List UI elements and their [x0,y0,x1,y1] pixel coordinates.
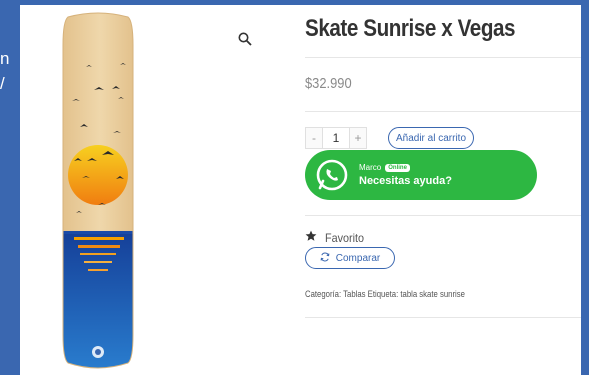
divider [305,317,581,318]
magnifier-icon[interactable] [238,32,252,46]
product-price: $32.990 [305,75,352,92]
left-edge-text: n / [0,46,20,96]
add-to-cart-button[interactable]: Añadir al carrito [388,127,474,149]
quantity-input[interactable]: 1 [322,128,350,148]
divider [305,215,581,216]
whatsapp-icon [315,158,349,192]
product-title: Skate Sunrise x Vegas [305,15,516,42]
whatsapp-agent-name: Marco [359,163,382,172]
whatsapp-agent-row: Marco Online [359,163,452,172]
quantity-decrease-button[interactable]: - [306,128,322,148]
favorite-label: Favorito [325,231,365,245]
product-page: Skate Sunrise x Vegas $32.990 - 1 + Añad… [20,5,581,375]
left-edge-line-1: n [0,49,10,68]
skateboard-image [62,12,134,369]
refresh-icon [320,252,330,265]
divider [305,57,581,58]
status-badge: Online [385,163,410,172]
compare-label: Comparar [335,252,381,264]
product-meta: Categoría: Tablas Etiqueta: tabla skate … [305,289,465,299]
whatsapp-text: Marco Online Necesitas ayuda? [359,163,452,187]
quantity-increase-button[interactable]: + [350,128,366,148]
left-edge-line-2: / [0,74,5,93]
divider [305,111,581,112]
quantity-stepper: - 1 + [305,127,367,149]
product-summary: Skate Sunrise x Vegas $32.990 - 1 + Añad… [305,5,581,375]
whatsapp-message: Necesitas ayuda? [359,175,452,187]
whatsapp-chat-button[interactable]: Marco Online Necesitas ayuda? [305,150,537,200]
star-icon [305,229,317,247]
compare-button[interactable]: Comparar [305,247,395,269]
product-image[interactable] [20,5,274,375]
favorite-link[interactable]: Favorito [305,229,368,247]
